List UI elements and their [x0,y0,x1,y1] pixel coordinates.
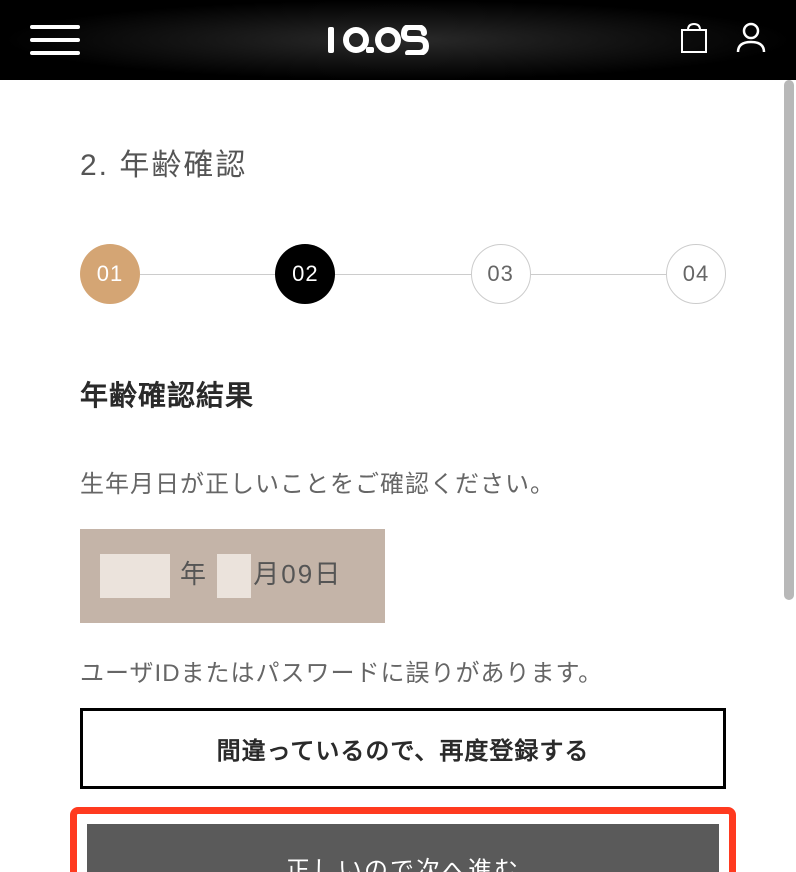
menu-icon[interactable] [30,25,80,55]
year-value-redacted [100,554,170,598]
app-header [0,0,796,80]
step-03: 03 [471,244,531,304]
birthdate-display: 年 月09日 [80,529,385,623]
proceed-button[interactable]: 正しいので次へ進む [87,824,719,872]
instruction-text: 生年月日が正しいことをご確認ください。 [80,464,726,499]
highlight-annotation: 正しいので次へ進む [70,807,736,872]
day-suffix: 日 [314,559,342,589]
step-connector [140,274,275,275]
month-suffix: 月 [253,559,281,589]
step-01: 01 [80,244,140,304]
step-02: 02 [275,244,335,304]
error-message: ユーザIDまたはパスワードに誤りがあります。 [80,653,726,688]
page-title: 2. 年齢確認 [80,140,726,184]
user-icon[interactable] [736,22,766,59]
year-label: 年 [180,559,208,589]
main-content: 2. 年齢確認 01 02 03 04 年齢確認結果 生年月日が正しいことをご確… [0,80,796,872]
shopping-bag-icon[interactable] [680,22,708,59]
step-04: 04 [666,244,726,304]
reregister-button[interactable]: 間違っているので、再度登録する [80,708,726,789]
step-indicator: 01 02 03 04 [80,244,726,304]
scrollbar-thumb[interactable] [784,80,794,600]
month-value-redacted [217,554,251,598]
section-title: 年齢確認結果 [80,374,726,414]
day-value: 09 [281,559,314,589]
step-connector [335,274,470,275]
logo[interactable] [328,25,468,55]
step-connector [531,274,666,275]
